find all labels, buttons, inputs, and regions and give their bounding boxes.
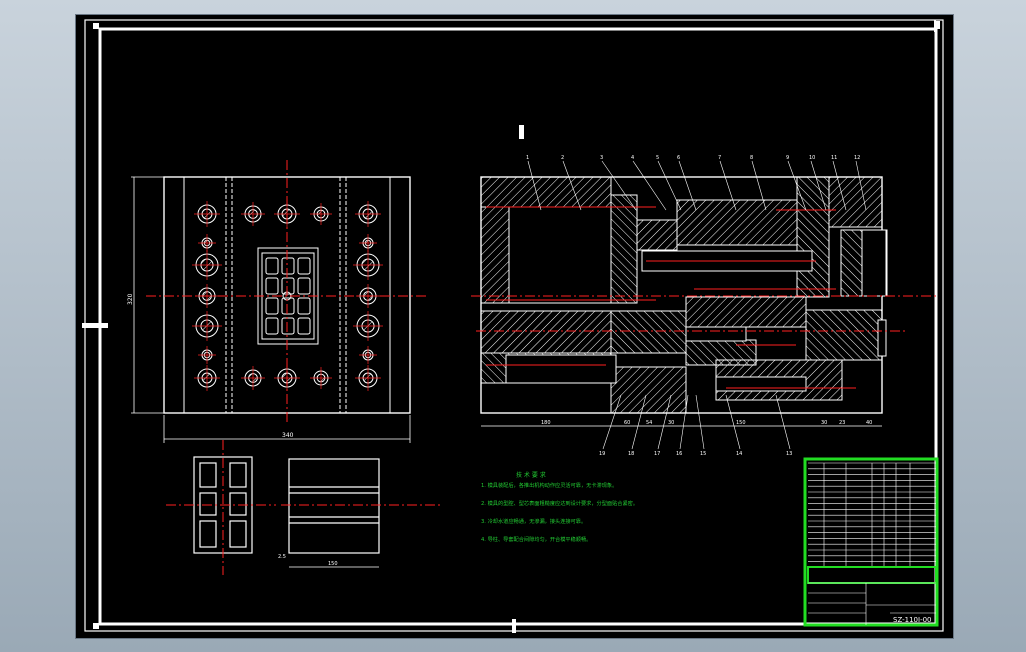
part-number-label: 15 bbox=[700, 451, 706, 457]
part-number-label: 13 bbox=[786, 451, 792, 457]
part-number-label: 14 bbox=[736, 451, 742, 457]
small-part-dim: 150 bbox=[328, 561, 338, 567]
leader-line bbox=[695, 394, 705, 450]
part-number-label: 16 bbox=[676, 451, 682, 457]
dimension-label: 60 bbox=[624, 420, 630, 426]
part-number-label: 4 bbox=[631, 155, 634, 161]
leader-line bbox=[632, 160, 667, 211]
dimension-label: 30 bbox=[821, 420, 827, 426]
small-part-dim-left: 2.5 bbox=[278, 554, 286, 560]
part-number-label: 10 bbox=[809, 155, 815, 161]
corner-mark bbox=[93, 623, 99, 629]
dimension-label: 30 bbox=[668, 420, 674, 426]
dimension-label: 23 bbox=[839, 420, 845, 426]
cavity-cell bbox=[297, 317, 311, 335]
small-part-side bbox=[288, 458, 380, 568]
dimension-label: 180 bbox=[541, 420, 551, 426]
leader-line bbox=[775, 394, 791, 450]
cavity-cell bbox=[265, 277, 279, 295]
part-number-label: 3 bbox=[600, 155, 603, 161]
drawing-number: SZ-110I-00 bbox=[893, 616, 932, 624]
cad-drawing: 320 340 1 2 3 4 5 6 7 8 9 10 11 12 19 18… bbox=[82, 19, 944, 633]
plan-width-dim: 340 bbox=[282, 432, 294, 439]
notes-title: 技 术 要 求 bbox=[516, 471, 546, 479]
title-block bbox=[803, 457, 939, 627]
cavity-cell bbox=[281, 257, 295, 275]
part-number-label: 19 bbox=[599, 451, 605, 457]
drawing-sheet: 320 340 1 2 3 4 5 6 7 8 9 10 11 12 19 18… bbox=[75, 14, 954, 639]
center-mark bbox=[512, 619, 516, 633]
note-line: 4. 导柱、导套配合间隙均匀，开合模平稳顺畅。 bbox=[481, 535, 591, 543]
cavity-cell bbox=[281, 317, 295, 335]
part-number-label: 5 bbox=[656, 155, 659, 161]
part-number-label: 17 bbox=[654, 451, 660, 457]
corner-mark bbox=[93, 23, 99, 29]
plan-height-dim: 320 bbox=[127, 293, 134, 305]
cavity-cell bbox=[297, 277, 311, 295]
center-mark bbox=[82, 323, 108, 328]
leader-line bbox=[657, 160, 682, 211]
center-mark bbox=[934, 20, 936, 32]
note-line: 2. 模具的型腔、型芯表面粗糙度应达到设计要求，分型面贴合紧密。 bbox=[481, 499, 638, 507]
dimension-label: 54 bbox=[646, 420, 652, 426]
cavity-cell bbox=[297, 297, 311, 315]
part-number-label: 2 bbox=[561, 155, 564, 161]
part-number-label: 18 bbox=[628, 451, 634, 457]
cavity-cell bbox=[297, 257, 311, 275]
part-number-label: 8 bbox=[750, 155, 753, 161]
dimension-label: 150 bbox=[736, 420, 746, 426]
part-number-label: 9 bbox=[786, 155, 789, 161]
cavity-cell bbox=[281, 297, 295, 315]
cavity-cell bbox=[265, 297, 279, 315]
note-line: 1. 模具装配后，各推出机构动作应灵活可靠，无卡滞现象。 bbox=[481, 481, 617, 489]
part-number-label: 7 bbox=[718, 155, 721, 161]
note-line: 3. 冷却水道应畅通，无渗漏，接头连接可靠。 bbox=[481, 517, 586, 525]
part-number-label: 12 bbox=[854, 155, 860, 161]
part-number-label: 6 bbox=[677, 155, 680, 161]
dimension-label: 40 bbox=[866, 420, 872, 426]
cavity-cell bbox=[281, 277, 295, 295]
section-view bbox=[480, 125, 888, 450]
part-number-label: 1 bbox=[526, 155, 529, 161]
part-number-label: 11 bbox=[831, 155, 837, 161]
cavity-cell bbox=[265, 317, 279, 335]
cavity-cell bbox=[265, 257, 279, 275]
